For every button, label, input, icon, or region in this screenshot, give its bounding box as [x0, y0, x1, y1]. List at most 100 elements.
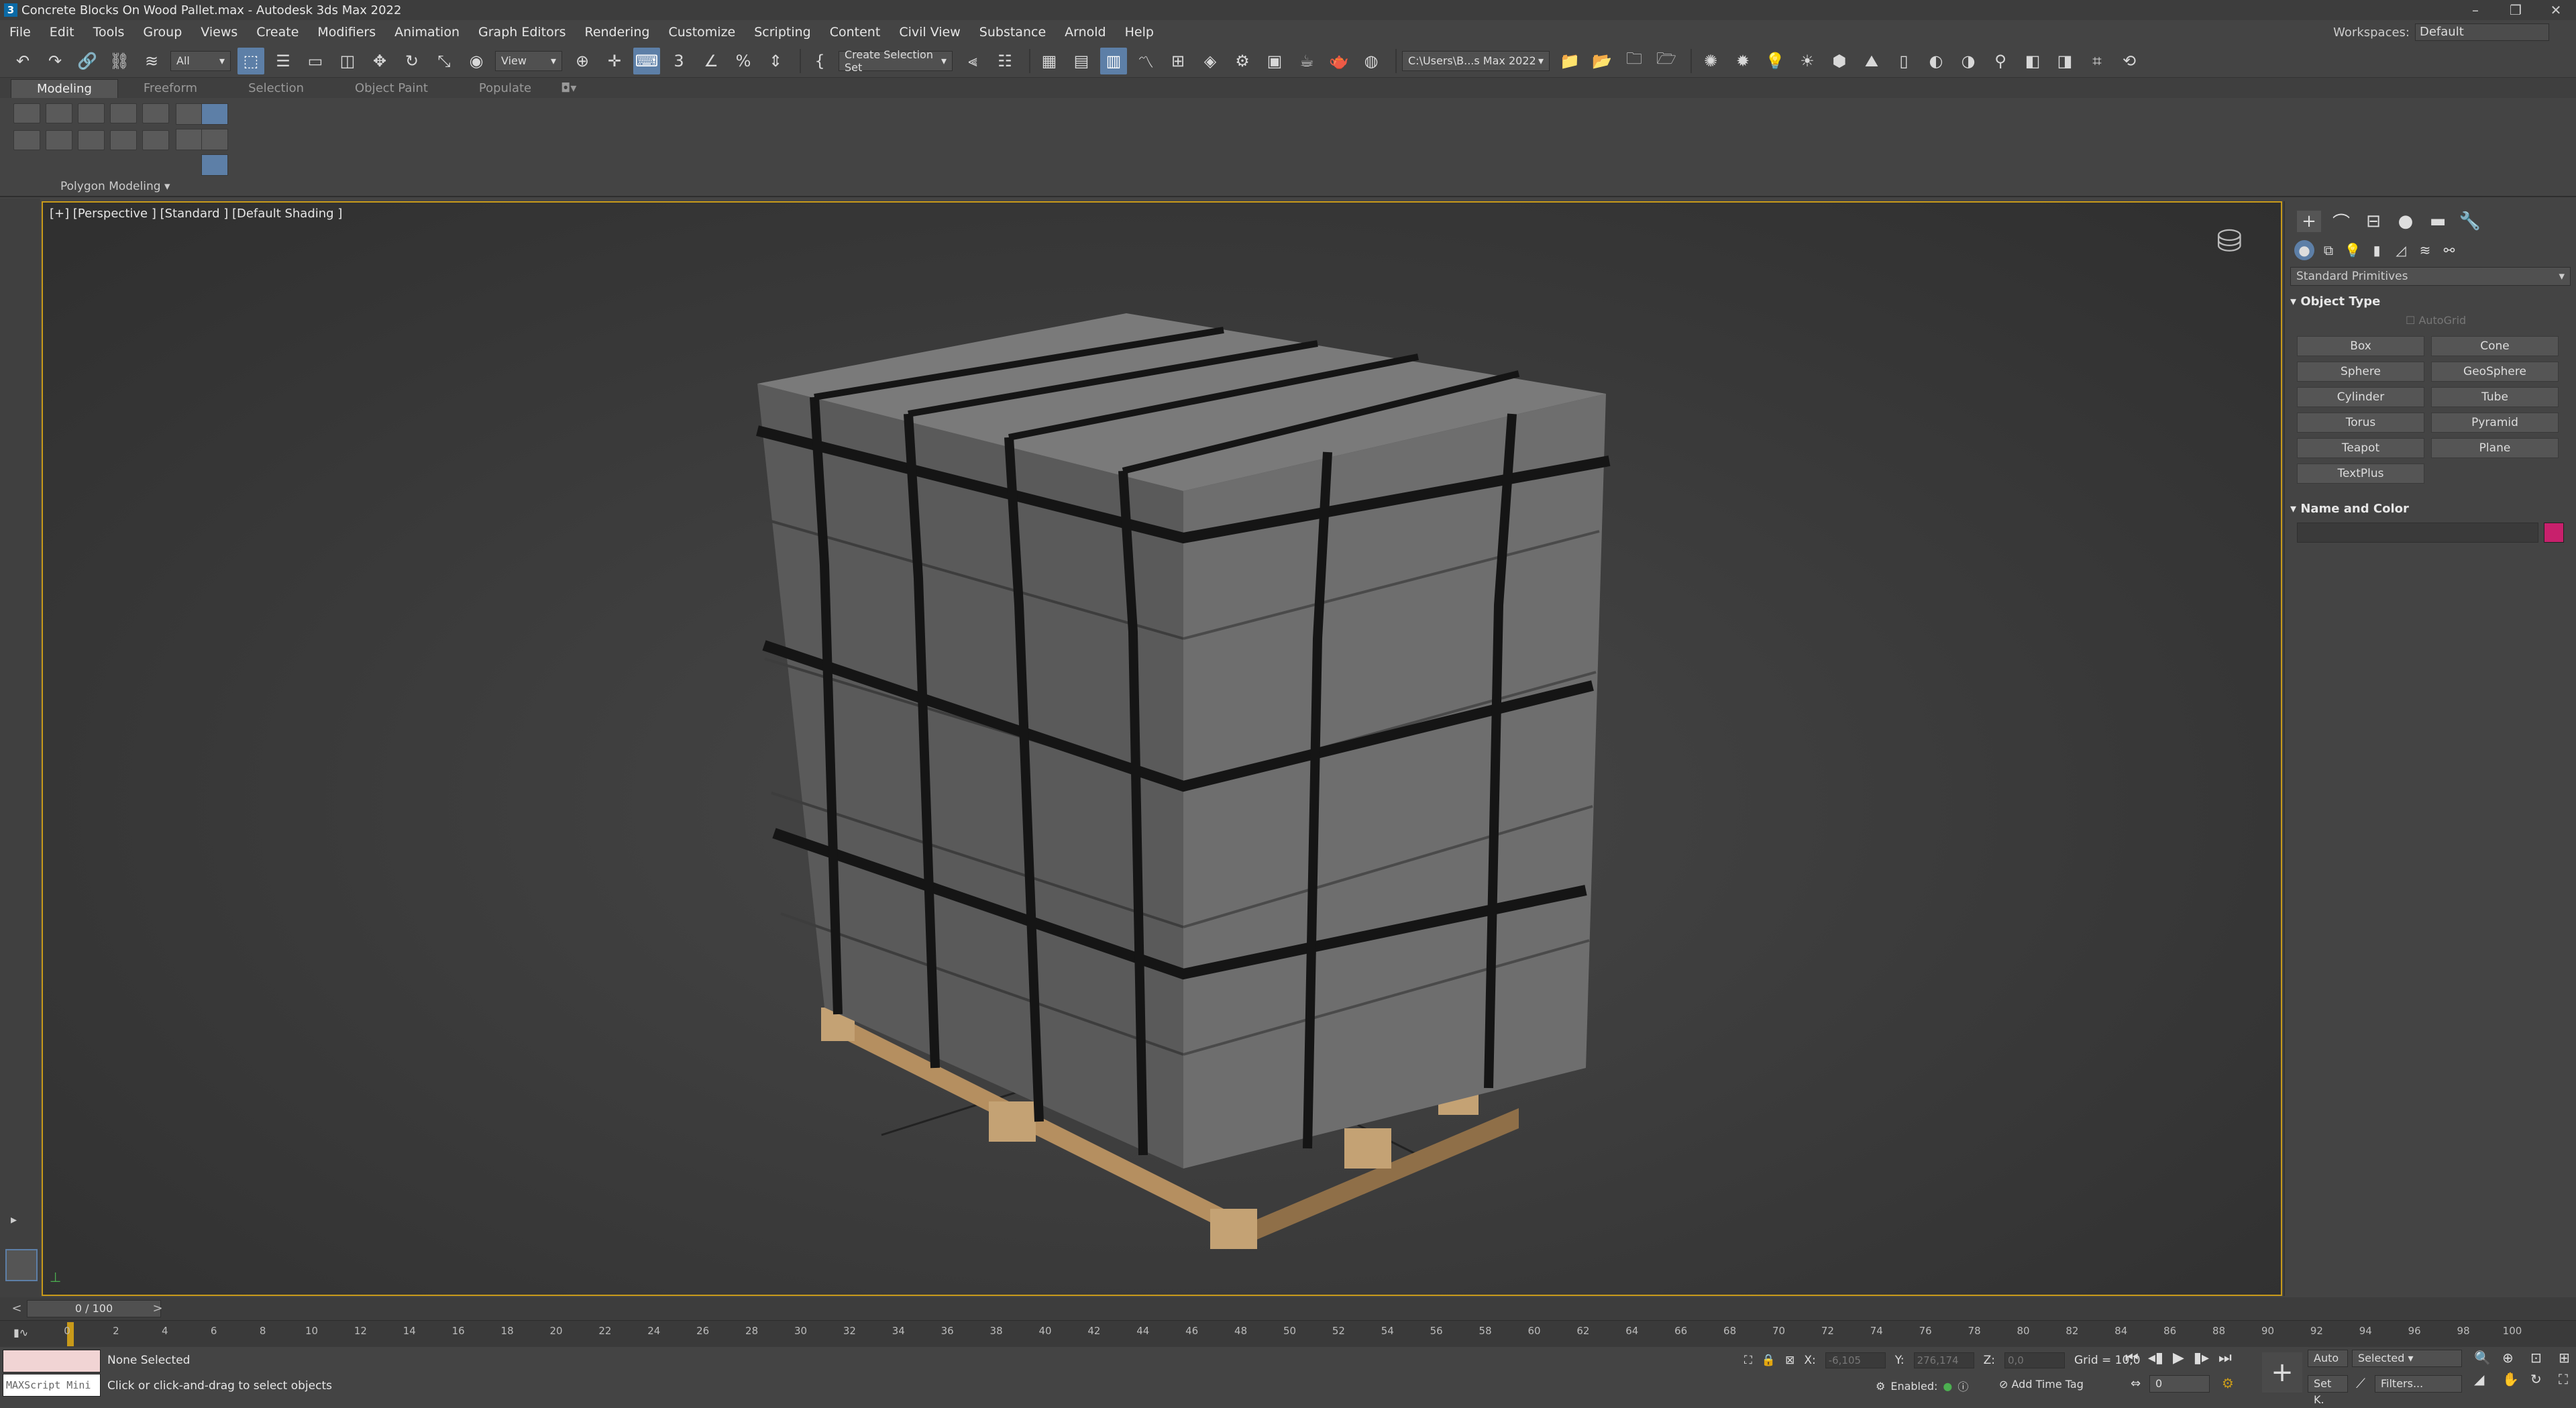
auto-key-button[interactable]: Auto	[2308, 1350, 2348, 1367]
scale-icon[interactable]: ⤡	[431, 48, 458, 74]
arnold-ipr-icon[interactable]: ◧	[2019, 48, 2046, 74]
go-to-end-icon[interactable]: ⏭	[2218, 1350, 2232, 1366]
next-frame-icon[interactable]: ▮▸	[2194, 1350, 2209, 1366]
polygon-modeling-dropdown[interactable]: Polygon Modeling ▾	[60, 180, 170, 193]
ribbon-side-button[interactable]	[201, 103, 228, 125]
restore-icon[interactable]: ❐	[2496, 0, 2536, 20]
ribbon-tool-button[interactable]	[13, 103, 40, 123]
arnold-render-icon[interactable]: ✹	[1729, 48, 1756, 74]
tab-selection[interactable]: Selection	[223, 79, 329, 98]
menu-file[interactable]: File	[0, 20, 40, 44]
tab-freeform[interactable]: Freeform	[118, 79, 223, 98]
zoom-icon[interactable]: 🔍	[2474, 1350, 2497, 1366]
place-icon[interactable]: ◉	[463, 48, 490, 74]
align-icon[interactable]: ☷	[991, 48, 1018, 74]
add-time-tag[interactable]: ⊘ Add Time Tag	[1999, 1378, 2084, 1391]
window-crossing-icon[interactable]: ◫	[334, 48, 361, 74]
key-filters-button[interactable]: Filters...	[2375, 1375, 2462, 1393]
unlink-icon[interactable]: ⛓	[106, 48, 133, 74]
arnold-shader-icon[interactable]: ⬢	[1826, 48, 1853, 74]
ribbon-side-button[interactable]	[201, 154, 228, 176]
time-slider[interactable]: 0 / 100	[27, 1300, 161, 1317]
angle-snap-icon[interactable]: ∠	[698, 48, 724, 74]
arnold-texture-icon[interactable]: ◐	[1923, 48, 1949, 74]
ribbon-side-button[interactable]	[176, 129, 203, 150]
utilities-tab-icon[interactable]: 🔧	[2458, 211, 2482, 232]
selection-filter-dropdown[interactable]: All ▾	[170, 50, 231, 71]
menu-civil-view[interactable]: Civil View	[890, 20, 969, 44]
ribbon-tool-button[interactable]	[46, 130, 72, 150]
arnold-log-icon[interactable]: ▯	[1890, 48, 1917, 74]
menu-edit[interactable]: Edit	[40, 20, 84, 44]
ribbon-tool-button[interactable]	[142, 103, 169, 123]
ribbon-tool-button[interactable]	[78, 130, 105, 150]
ribbon-side-button[interactable]	[176, 103, 203, 125]
layer-explorer-icon[interactable]: ▤	[1068, 48, 1095, 74]
menu-substance[interactable]: Substance	[970, 20, 1055, 44]
render-online-icon[interactable]: ◍	[1358, 48, 1385, 74]
bind-spacewarp-icon[interactable]: ≋	[138, 48, 165, 74]
rotate-icon[interactable]: ↻	[398, 48, 425, 74]
schematic-view-icon[interactable]: ⊞	[1165, 48, 1191, 74]
selection-set-dropdown[interactable]: Selected ▾	[2352, 1350, 2462, 1367]
play-icon[interactable]: ▶	[2173, 1350, 2184, 1366]
pyramid-button[interactable]: Pyramid	[2431, 413, 2559, 433]
plane-button[interactable]: Plane	[2431, 438, 2559, 458]
arnold-remote-icon[interactable]: ⟲	[2116, 48, 2143, 74]
tab-modeling[interactable]: Modeling	[11, 79, 118, 98]
current-frame-field[interactable]: 0	[2149, 1375, 2210, 1393]
render-icon[interactable]: 🫖	[1326, 48, 1352, 74]
systems-icon[interactable]: ⚯	[2439, 240, 2459, 260]
render-production-icon[interactable]: ☕	[1293, 48, 1320, 74]
next-frame-arrow[interactable]: >	[150, 1300, 165, 1317]
go-to-start-icon[interactable]: ⏮	[2125, 1350, 2139, 1366]
named-selection-dropdown[interactable]: Create Selection Set ▾	[839, 48, 953, 74]
ribbon-tool-button[interactable]	[78, 103, 105, 123]
set-key-button[interactable]: Set K.	[2308, 1375, 2348, 1406]
material-editor-icon[interactable]: ◈	[1197, 48, 1224, 74]
name-and-color-rollout[interactable]: ▾ Name and Color	[2290, 500, 2571, 519]
arnold-light-icon[interactable]: 💡	[1762, 48, 1788, 74]
field-of-view-icon[interactable]: ◢	[2474, 1371, 2497, 1387]
key-filter-icon[interactable]: ⟋	[2356, 1375, 2365, 1391]
menu-scripting[interactable]: Scripting	[745, 20, 820, 44]
isolate-icon[interactable]: ⛶	[1744, 1354, 1752, 1367]
track-bar[interactable]: ▮∿ 0 2 4 6 8 10 12 14 16 18 20 22 24 26 28 30 32 34 36 38 40…	[0, 1320, 2576, 1347]
menu-tools[interactable]: Tools	[84, 20, 134, 44]
object-type-rollout[interactable]: ▾ Object Type	[2290, 292, 2571, 311]
maxscript-listener-output[interactable]	[3, 1350, 101, 1372]
enabled-indicator-icon[interactable]: ●	[1943, 1380, 1952, 1393]
helpers-icon[interactable]: ◿	[2391, 240, 2411, 260]
viewcube-icon[interactable]: ⛁	[2216, 223, 2263, 259]
menu-create[interactable]: Create	[247, 20, 308, 44]
menu-content[interactable]: Content	[820, 20, 890, 44]
cylinder-button[interactable]: Cylinder	[2297, 387, 2424, 407]
zoom-extents-all-icon[interactable]: ⊞	[2559, 1350, 2576, 1366]
spacewarps-icon[interactable]: ≋	[2415, 240, 2435, 260]
arnold-skydome-icon[interactable]: ☀	[1794, 48, 1821, 74]
z-coordinate-field[interactable]: 0,0	[2004, 1352, 2065, 1368]
arnold-properties-icon[interactable]: ⛰	[1858, 48, 1885, 74]
minimize-icon[interactable]: –	[2455, 0, 2496, 20]
object-name-field[interactable]	[2297, 523, 2538, 543]
move-icon[interactable]: ✥	[366, 48, 393, 74]
arnold-frame-icon[interactable]: ◨	[2051, 48, 2078, 74]
keyboard-shortcut-toggle-icon[interactable]: ⌨	[633, 47, 660, 74]
lock-selection-icon[interactable]: 🔒	[1762, 1354, 1776, 1367]
zoom-all-icon[interactable]: ⊕	[2502, 1350, 2525, 1366]
ribbon-tool-button[interactable]	[110, 103, 137, 123]
ribbon-tool-button[interactable]	[142, 130, 169, 150]
reference-coordinate-dropdown[interactable]: View ▾	[495, 50, 562, 71]
edit-named-selection-icon[interactable]: {	[806, 48, 833, 74]
undo-icon[interactable]: ↶	[9, 48, 36, 74]
percent-snap-icon[interactable]: %	[730, 48, 757, 74]
render-setup-icon[interactable]: ⚙	[1229, 48, 1256, 74]
close-icon[interactable]: ✕	[2536, 0, 2576, 20]
mirror-icon[interactable]: ⫷	[959, 48, 986, 74]
shapes-icon[interactable]: ⧉	[2318, 240, 2339, 260]
menu-views[interactable]: Views	[191, 20, 247, 44]
ribbon-tool-button[interactable]	[13, 130, 40, 150]
maximize-viewport-icon[interactable]: ⛶	[2559, 1371, 2576, 1387]
geometry-icon[interactable]: ●	[2294, 240, 2314, 260]
motion-tab-icon[interactable]: ●	[2394, 211, 2418, 232]
